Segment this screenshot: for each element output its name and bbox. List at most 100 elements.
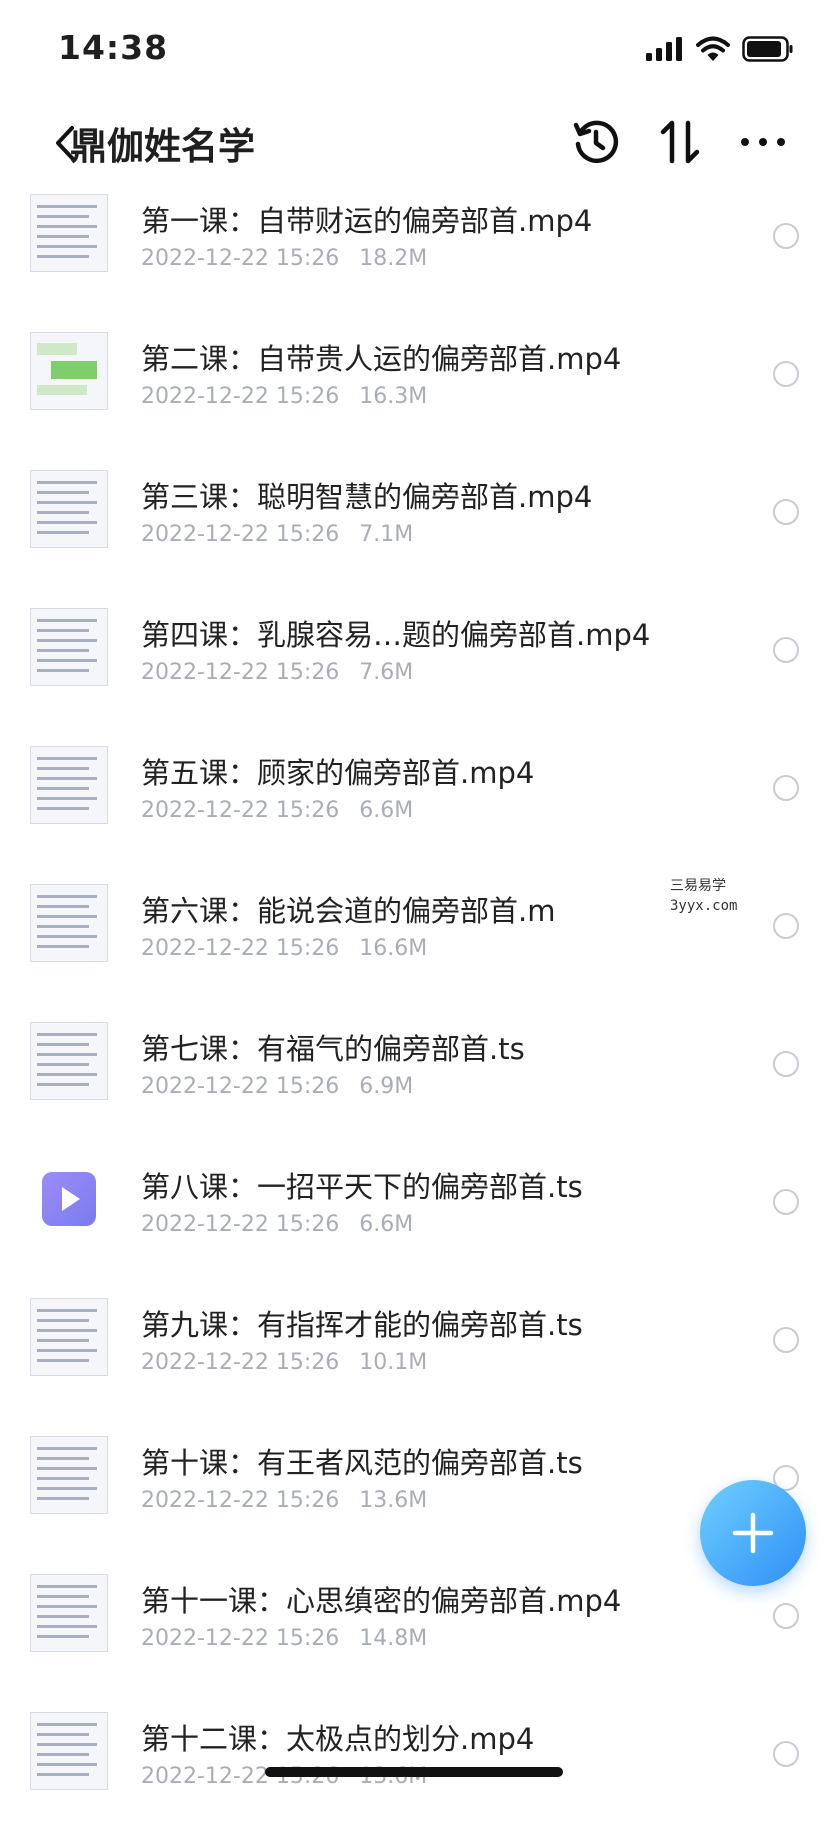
more-button[interactable] — [735, 114, 791, 170]
file-size: 7.1M — [359, 522, 414, 547]
file-date: 2022-12-22 15:26 — [141, 798, 340, 823]
file-size: 18.2M — [359, 246, 428, 271]
file-size: 7.6M — [359, 660, 414, 685]
file-size: 6.9M — [359, 1074, 414, 1099]
watermark-line-2: 3yyx.com — [670, 898, 738, 914]
file-name: 第六课：能说会道的偏旁部首.m — [141, 894, 556, 928]
file-date: 2022-12-22 15:26 — [141, 522, 340, 547]
status-icons — [646, 36, 794, 62]
status-bar: 14:38 — [0, 0, 828, 96]
file-item[interactable]: 第二课：自带贵人运的偏旁部首.mp4 2022-12-22 15:26 16.3M — [0, 328, 828, 466]
file-item[interactable]: 第十二课：太极点的划分.mp42022-12-22 15:2613.6M — [0, 1708, 828, 1846]
select-radio[interactable] — [773, 913, 799, 939]
history-button[interactable] — [568, 114, 624, 170]
history-icon — [573, 120, 619, 164]
battery-icon — [742, 36, 793, 62]
file-name: 第二课：自带贵人运的偏旁部首.mp4 — [141, 342, 622, 376]
file-date: 2022-12-22 15:26 — [141, 246, 340, 271]
file-thumbnail — [30, 1574, 108, 1652]
page-title: 鼎伽姓名学 — [70, 125, 255, 168]
watermark-line-1: 三易易学 — [670, 878, 726, 894]
file-name: 第九课：有指挥才能的偏旁部首.ts — [141, 1308, 583, 1342]
file-date: 2022-12-22 15:26 — [141, 936, 340, 961]
file-meta: 2022-12-22 15:26 6.6M — [141, 798, 413, 823]
file-name: 第七课：有福气的偏旁部首.ts — [141, 1032, 525, 1066]
file-thumbnail — [30, 1022, 108, 1100]
signal-icon — [646, 37, 682, 61]
file-thumbnail — [30, 332, 108, 410]
file-name: 第十一课：心思缜密的偏旁部首.mp4 — [141, 1584, 622, 1618]
file-item[interactable]: 第九课：有指挥才能的偏旁部首.ts 2022-12-22 15:26 10.1M — [0, 1294, 828, 1432]
file-thumbnail — [30, 746, 108, 824]
home-indicator — [265, 1767, 563, 1777]
sort-icon — [660, 120, 700, 164]
file-name: 第四课：乳腺容易…题的偏旁部首.mp4 — [141, 618, 651, 652]
select-radio[interactable] — [773, 1189, 799, 1215]
file-list: 第一课：自带财运的偏旁部首.mp4 2022-12-22 15:26 18.2M 第二… — [0, 190, 828, 1846]
select-radio[interactable] — [773, 1603, 799, 1629]
select-radio[interactable] — [773, 1327, 799, 1353]
file-thumbnail — [30, 470, 108, 548]
watermark: 三易易学 3yyx.com — [668, 874, 762, 926]
file-name: 第八课：一招平天下的偏旁部首.ts — [141, 1170, 583, 1204]
file-meta: 2022-12-22 15:26 16.3M — [141, 384, 427, 409]
select-radio[interactable] — [773, 1741, 799, 1767]
header-bar: 鼎伽姓名学 — [0, 100, 828, 190]
select-radio[interactable] — [773, 499, 799, 525]
file-size: 16.6M — [359, 936, 428, 961]
file-item[interactable]: 第五课：顾家的偏旁部首.mp4 2022-12-22 15:26 6.6M — [0, 742, 828, 880]
file-item[interactable]: 第三课：聪明智慧的偏旁部首.mp4 2022-12-22 15:26 7.1M — [0, 466, 828, 604]
select-radio[interactable] — [773, 223, 799, 249]
file-thumbnail — [30, 1298, 108, 1376]
file-meta: 2022-12-22 15:26 7.6M — [141, 660, 413, 685]
file-item[interactable]: 第七课：有福气的偏旁部首.ts 2022-12-22 15:26 6.9M — [0, 1018, 828, 1156]
file-name: 第十课：有王者风范的偏旁部首.ts — [141, 1446, 583, 1480]
file-size: 13.6M — [359, 1488, 428, 1513]
select-radio[interactable] — [773, 637, 799, 663]
file-name: 第三课：聪明智慧的偏旁部首.mp4 — [141, 480, 593, 514]
file-name: 第十二课：太极点的划分.mp4 — [141, 1722, 535, 1756]
file-meta: 2022-12-22 15:26 18.2M — [141, 246, 427, 271]
file-name: 第五课：顾家的偏旁部首.mp4 — [141, 756, 535, 790]
select-radio[interactable] — [773, 1051, 799, 1077]
file-date: 2022-12-22 15:26 — [141, 1074, 340, 1099]
file-date: 2022-12-22 15:26 — [141, 1626, 340, 1651]
select-radio[interactable] — [773, 775, 799, 801]
video-file-icon — [42, 1172, 96, 1226]
file-size: 14.8M — [359, 1626, 428, 1651]
file-meta: 2022-12-22 15:26 10.1M — [141, 1350, 427, 1375]
add-button[interactable] — [700, 1480, 806, 1586]
file-thumbnail — [30, 608, 108, 686]
file-thumbnail — [30, 194, 108, 272]
select-radio[interactable] — [773, 361, 799, 387]
file-thumbnail — [30, 1436, 108, 1514]
file-meta: 2022-12-22 15:26 14.8M — [141, 1626, 427, 1651]
file-date: 2022-12-22 15:26 — [141, 660, 340, 685]
file-thumbnail — [30, 1712, 108, 1790]
file-meta: 2022-12-22 15:26 6.6M — [141, 1212, 413, 1237]
file-item[interactable]: 第四课：乳腺容易…题的偏旁部首.mp4 2022-12-22 15:26 7.6M — [0, 604, 828, 742]
file-date: 2022-12-22 15:26 — [141, 1350, 340, 1375]
file-name: 第一课：自带财运的偏旁部首.mp4 — [141, 204, 593, 238]
file-meta: 2022-12-22 15:26 6.9M — [141, 1074, 413, 1099]
file-date: 2022-12-22 15:26 — [141, 1212, 340, 1237]
sort-button[interactable] — [652, 114, 708, 170]
file-date: 2022-12-22 15:26 — [141, 1488, 340, 1513]
file-item[interactable]: 第十一课：心思缜密的偏旁部首.mp4 2022-12-22 15:26 14.8M — [0, 1570, 828, 1708]
file-meta: 2022-12-22 15:26 7.1M — [141, 522, 413, 547]
file-item[interactable]: 第八课：一招平天下的偏旁部首.ts 2022-12-22 15:26 6.6M — [0, 1156, 828, 1294]
play-icon — [62, 1187, 80, 1211]
more-icon — [741, 138, 785, 146]
file-date: 2022-12-22 15:26 — [141, 384, 340, 409]
file-size: 10.1M — [359, 1350, 428, 1375]
file-size: 16.3M — [359, 384, 428, 409]
file-size: 6.6M — [359, 798, 414, 823]
file-meta: 2022-12-22 15:26 13.6M — [141, 1488, 427, 1513]
file-thumbnail — [30, 884, 108, 962]
file-item[interactable]: 第一课：自带财运的偏旁部首.mp4 2022-12-22 15:26 18.2M — [0, 190, 828, 328]
file-meta: 2022-12-22 15:26 16.6M — [141, 936, 427, 961]
plus-icon — [732, 1512, 774, 1554]
wifi-icon — [696, 36, 730, 61]
file-size: 6.6M — [359, 1212, 414, 1237]
status-time: 14:38 — [58, 28, 169, 67]
